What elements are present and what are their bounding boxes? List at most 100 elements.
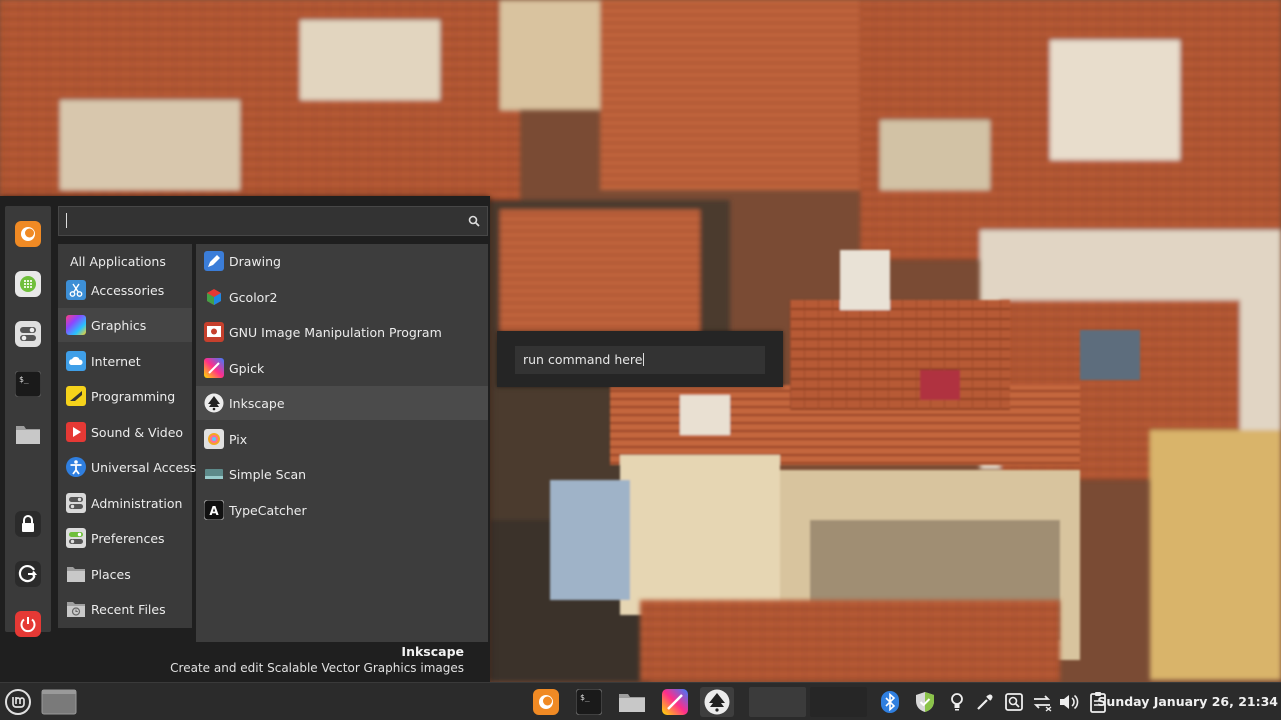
menu-search-input[interactable] [63,210,455,232]
category-label: Graphics [91,317,147,333]
terminal-icon: $_ [15,371,41,397]
bottom-panel: $_ Sunday January 26, 21:34 [0,682,1281,720]
app-simple-scan[interactable]: Simple Scan [196,457,488,491]
network-icon [1033,695,1052,712]
category-recent-files[interactable]: Recent Files [58,592,192,626]
scissors-icon [66,280,86,300]
tray-bluetooth[interactable] [879,691,901,713]
panel-clock[interactable]: Sunday January 26, 21:34 [1097,694,1278,709]
category-label: Universal Access [91,459,197,475]
tray-redshift[interactable] [946,691,968,713]
scanner-icon [205,469,223,479]
app-label: GNU Image Manipulation Program [229,324,442,340]
app-gpick[interactable]: Gpick [196,351,488,385]
folder-icon [16,426,40,444]
category-preferences[interactable]: Preferences [58,521,192,555]
menu-search-box [58,206,488,236]
app-label: Inkscape [229,395,285,411]
redshift-bulb-icon [951,693,963,711]
panel-launcher-files[interactable] [615,687,649,717]
app-drawing[interactable]: Drawing [196,244,488,278]
category-label: Sound & Video [91,424,184,440]
favorite-terminal[interactable]: $_ [14,370,42,398]
recent-files-icon [67,602,85,617]
accessibility-icon [66,457,86,477]
tray-screenshot[interactable] [1003,691,1025,713]
category-label: Administration [91,495,183,511]
pix-icon [204,429,224,449]
category-internet[interactable]: Internet [58,344,192,378]
category-label: All Applications [70,253,166,269]
firefox-icon [533,689,559,715]
gpick-icon [662,689,688,715]
panel-launcher-terminal[interactable]: $_ [572,687,606,717]
settings-toggle-icon [15,321,41,347]
inkscape-icon [204,393,224,413]
programming-icon [66,386,86,406]
application-menu: $_ All Applications Accessories Graphics… [0,196,490,682]
screenshot-icon [1005,693,1023,711]
application-list: Drawing Gcolor2 GNU Image Manipulation P… [196,244,488,642]
favorite-firefox[interactable] [14,220,42,248]
category-sound-video[interactable]: Sound & Video [58,415,192,449]
app-label: TypeCatcher [229,502,307,518]
app-gimp[interactable]: GNU Image Manipulation Program [196,315,488,349]
app-pix[interactable]: Pix [196,422,488,456]
text-cursor [66,213,67,228]
show-desktop-button[interactable] [40,687,78,717]
tray-volume[interactable] [1058,691,1080,713]
graphics-icon [66,315,86,335]
category-label: Places [91,566,131,582]
tray-color-picker[interactable] [974,691,996,713]
category-label: Programming [91,388,176,404]
color-picker-icon [977,694,993,710]
desktop-icon [41,689,77,715]
app-label: Pix [229,431,248,447]
app-description-title: Inkscape [401,644,464,659]
category-label: Preferences [91,530,165,546]
category-universal-access[interactable]: Universal Access [58,450,196,484]
category-places[interactable]: Places [58,557,192,591]
panel-launcher-firefox[interactable] [529,687,563,717]
favorite-software-manager[interactable] [14,270,42,298]
category-label: Recent Files [91,601,166,617]
panel-launcher-inkscape[interactable] [700,687,734,717]
inkscape-icon [704,689,730,715]
shutdown-button[interactable] [14,610,42,638]
gimp-icon [204,322,224,342]
category-label: Internet [91,353,141,369]
window-button-2[interactable] [810,687,867,717]
cloud-icon [66,351,86,371]
logout-icon [15,561,41,587]
tray-network[interactable] [1031,691,1053,713]
logout-button[interactable] [14,560,42,588]
menu-button[interactable] [3,687,33,717]
category-graphics[interactable]: Graphics [58,308,192,342]
category-accessories[interactable]: Accessories [58,273,192,307]
power-icon [15,611,41,637]
app-inkscape[interactable]: Inkscape [196,386,488,420]
category-administration[interactable]: Administration [58,486,192,520]
lock-screen-button[interactable] [14,510,42,538]
app-gcolor2[interactable]: Gcolor2 [196,280,488,314]
drawing-icon [204,251,224,271]
update-shield-icon [916,692,934,712]
tray-update-manager[interactable] [914,691,936,713]
run-command-input[interactable]: run command here [515,346,765,374]
folder-icon [67,567,85,582]
administration-icon [66,493,86,513]
lock-icon [15,511,41,537]
favorite-files[interactable] [14,420,42,448]
app-description: Inkscape Create and edit Scalable Vector… [170,644,464,675]
run-command-text: run command here [523,352,643,367]
panel-launcher-gpick[interactable] [658,687,692,717]
app-label: Drawing [229,253,281,269]
category-programming[interactable]: Programming [58,379,192,413]
app-typecatcher[interactable]: A TypeCatcher [196,493,488,527]
folder-icon [619,694,645,712]
category-list: All Applications Accessories Graphics In… [58,244,196,628]
app-label: Gcolor2 [229,289,278,305]
window-button-1[interactable] [749,687,806,717]
app-description-text: Create and edit Scalable Vector Graphics… [170,661,464,675]
favorite-system-settings[interactable] [14,320,42,348]
